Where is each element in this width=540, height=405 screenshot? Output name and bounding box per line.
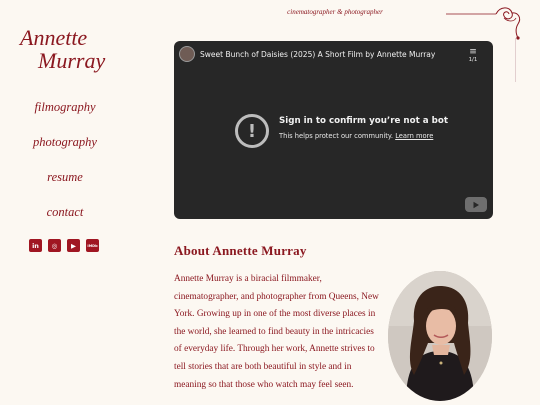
linkedin-icon[interactable]: in	[29, 239, 42, 252]
video-message-heading: Sign in to confirm you’re not a bot	[279, 116, 448, 126]
channel-avatar[interactable]	[179, 46, 195, 62]
video-message-text: This helps protect our community.	[279, 132, 394, 140]
video-embed[interactable]: Sweet Bunch of Daisies (2025) A Short Fi…	[174, 41, 493, 219]
nav-item-photography[interactable]: photography	[0, 131, 130, 166]
playlist-icon: ≡	[469, 47, 477, 57]
video-message: Sign in to confirm you’re not a bot This…	[279, 116, 448, 140]
logo-first-name: Annette	[20, 25, 88, 50]
main-nav: filmography photography resume contact	[0, 96, 130, 236]
learn-more-link[interactable]: Learn more	[395, 132, 433, 140]
imdb-icon[interactable]: IMDb	[86, 239, 99, 252]
scrollbar-track[interactable]	[515, 38, 516, 82]
about-heading: About Annette Murray	[174, 243, 307, 258]
nav-item-contact[interactable]: contact	[0, 201, 130, 236]
instagram-icon[interactable]: ◎	[48, 239, 61, 252]
youtube-logo-icon[interactable]	[465, 197, 487, 212]
about-body: Annette Murray is a biracial filmmaker, …	[174, 274, 379, 390]
nav-item-resume[interactable]: resume	[0, 166, 130, 201]
nav-item-filmography[interactable]: filmography	[0, 96, 130, 131]
playlist-button[interactable]: ≡ 1/1	[465, 47, 481, 63]
video-title[interactable]: Sweet Bunch of Daisies (2025) A Short Fi…	[200, 50, 435, 59]
site-logo[interactable]: Annette Murray	[18, 26, 118, 72]
site-tagline: cinematographer & photographer	[287, 8, 383, 16]
logo-last-name: Murray	[38, 48, 106, 73]
flourish-ornament-icon	[446, 7, 521, 40]
portrait-photo	[388, 271, 492, 401]
social-links: in ◎ ▶ IMDb	[29, 239, 99, 252]
alert-icon: !	[235, 114, 269, 148]
video-message-sub: This helps protect our community. Learn …	[279, 132, 448, 140]
playlist-count: 1/1	[468, 57, 478, 63]
youtube-icon[interactable]: ▶	[67, 239, 80, 252]
